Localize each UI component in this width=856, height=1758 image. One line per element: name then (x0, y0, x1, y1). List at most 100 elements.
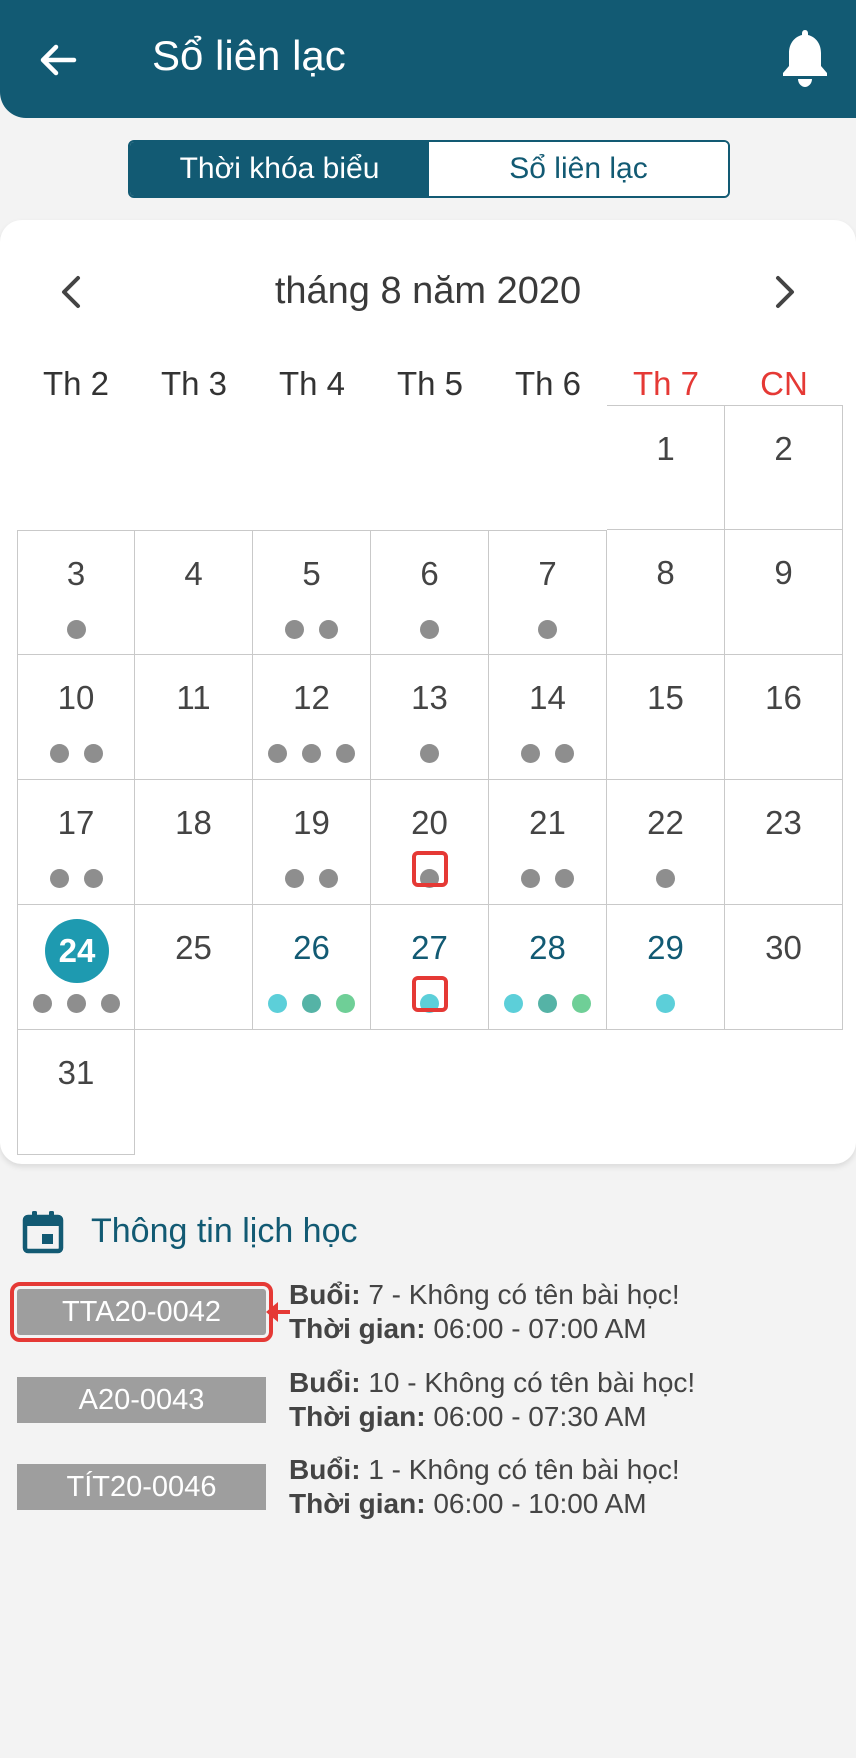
calendar-day-cell[interactable]: 24 (17, 905, 135, 1030)
weekday-label: Th 4 (278, 365, 346, 402)
session-label: Buổi: (289, 1454, 361, 1485)
class-code-badge[interactable]: TÍT20-0046 (17, 1464, 266, 1510)
day-number: 22 (647, 804, 684, 841)
calendar-day-cell[interactable]: 26 (253, 905, 371, 1030)
day-number: 16 (765, 679, 802, 716)
day-number: 25 (175, 929, 212, 966)
calendar-day-cell[interactable]: 4 (135, 530, 253, 655)
chevron-right-icon[interactable] (770, 272, 800, 312)
month-title: tháng 8 năm 2020 (274, 270, 582, 312)
calendar-day-cell[interactable]: 13 (371, 655, 489, 780)
highlight-box (412, 851, 448, 887)
day-number: 17 (57, 804, 95, 841)
lesson-session-line: Buổi: 10 - Không có tên bài học! (289, 1367, 695, 1399)
calendar-day-cell[interactable]: 19 (253, 780, 371, 905)
event-dot (83, 744, 103, 763)
calendar-day-cell[interactable]: 3 (17, 530, 135, 655)
day-number: 2 (774, 430, 793, 467)
event-dots (253, 994, 370, 1013)
calendar-empty-cell (135, 405, 253, 530)
weekday-label-sunday: CN (760, 365, 808, 402)
calendar-day-cell[interactable]: 27 (371, 905, 489, 1030)
day-number: 13 (411, 679, 448, 716)
event-dots (18, 994, 134, 1013)
arrow-left-icon (266, 1302, 290, 1322)
calendar-empty-cell (489, 405, 607, 530)
event-dots (489, 620, 606, 639)
calendar-day-cell[interactable]: 10 (17, 655, 135, 780)
event-dots (253, 744, 370, 763)
lesson-item[interactable]: TÍT20-0046 Buổi: 1 - Không có tên bài họ… (0, 1452, 856, 1522)
lesson-session-line: Buổi: 1 - Không có tên bài học! (289, 1454, 680, 1486)
calendar-day-cell[interactable]: 29 (607, 905, 725, 1030)
event-dot (319, 869, 338, 888)
day-number: 11 (176, 679, 211, 716)
event-dot (336, 994, 355, 1013)
calendar-day-cell[interactable]: 9 (725, 530, 843, 655)
day-number: 12 (293, 679, 330, 716)
event-dot (555, 744, 574, 763)
event-dots (607, 869, 724, 888)
event-dot (49, 744, 69, 763)
calendar-day-cell[interactable]: 5 (253, 530, 371, 655)
day-number: 30 (765, 929, 802, 966)
calendar-day-cell[interactable]: 23 (725, 780, 843, 905)
calendar-day-cell[interactable]: 18 (135, 780, 253, 905)
event-dot (285, 620, 304, 639)
day-number: 19 (293, 804, 330, 841)
weekday-label: Th 2 (42, 365, 110, 402)
app-header: Sổ liên lạc (0, 0, 856, 118)
event-dot (83, 869, 103, 888)
tab-timetable[interactable]: Thời khóa biểu (130, 142, 429, 196)
calendar-day-cell[interactable]: 1 (607, 405, 725, 530)
class-code-badge[interactable]: A20-0043 (17, 1377, 266, 1423)
day-number: 1 (656, 430, 675, 467)
lesson-item[interactable]: TTA20-0042 Buổi: 7 - Không có tên bài họ… (0, 1277, 856, 1347)
calendar-day-cell[interactable]: 22 (607, 780, 725, 905)
calendar-day-cell[interactable]: 12 (253, 655, 371, 780)
lesson-item[interactable]: A20-0043 Buổi: 10 - Không có tên bài học… (0, 1365, 856, 1435)
calendar-day-cell[interactable]: 21 (489, 780, 607, 905)
time-label: Thời gian: (289, 1401, 426, 1432)
lesson-session: 10 - Không có tên bài học! (368, 1367, 696, 1398)
calendar-empty-cell (17, 405, 135, 530)
lesson-time: 06:00 - 07:30 AM (433, 1401, 647, 1432)
calendar-day-cell[interactable]: 6 (371, 530, 489, 655)
event-dot (100, 994, 120, 1013)
lesson-session: 7 - Không có tên bài học! (368, 1279, 680, 1310)
event-dot (656, 994, 675, 1013)
calendar-day-cell[interactable]: 17 (17, 780, 135, 905)
day-number: 21 (529, 804, 566, 841)
event-dot (268, 994, 287, 1013)
calendar-day-cell[interactable]: 2 (725, 405, 843, 530)
calendar-day-cell[interactable]: 8 (607, 530, 725, 655)
class-code-badge[interactable]: TTA20-0042 (10, 1282, 273, 1342)
calendar-day-cell[interactable]: 20 (371, 780, 489, 905)
event-dots (18, 744, 134, 763)
event-dots (18, 869, 134, 888)
calendar-day-cell[interactable]: 30 (725, 905, 843, 1030)
bell-icon[interactable] (778, 26, 832, 88)
calendar-day-cell[interactable]: 25 (135, 905, 253, 1030)
calendar-day-cell[interactable]: 28 (489, 905, 607, 1030)
event-dot (572, 994, 591, 1013)
calendar-day-cell[interactable]: 16 (725, 655, 843, 780)
calendar-empty-cell (253, 405, 371, 530)
event-dot (336, 744, 355, 763)
event-dot (302, 994, 321, 1013)
back-arrow-icon[interactable] (38, 40, 78, 80)
event-dot (302, 744, 321, 763)
calendar-day-cell[interactable]: 11 (135, 655, 253, 780)
day-number: 28 (529, 929, 566, 966)
calendar-day-cell[interactable]: 7 (489, 530, 607, 655)
session-label: Buổi: (289, 1367, 361, 1398)
day-number: 10 (57, 679, 95, 716)
event-dot (656, 869, 675, 888)
tab-contact-book[interactable]: Sổ liên lạc (429, 142, 728, 196)
calendar-day-cell[interactable]: 31 (17, 1030, 135, 1155)
calendar-day-cell[interactable]: 14 (489, 655, 607, 780)
calendar-empty-cell (371, 405, 489, 530)
calendar-day-cell[interactable]: 15 (607, 655, 725, 780)
event-dot (49, 869, 69, 888)
day-number: 18 (175, 804, 212, 841)
